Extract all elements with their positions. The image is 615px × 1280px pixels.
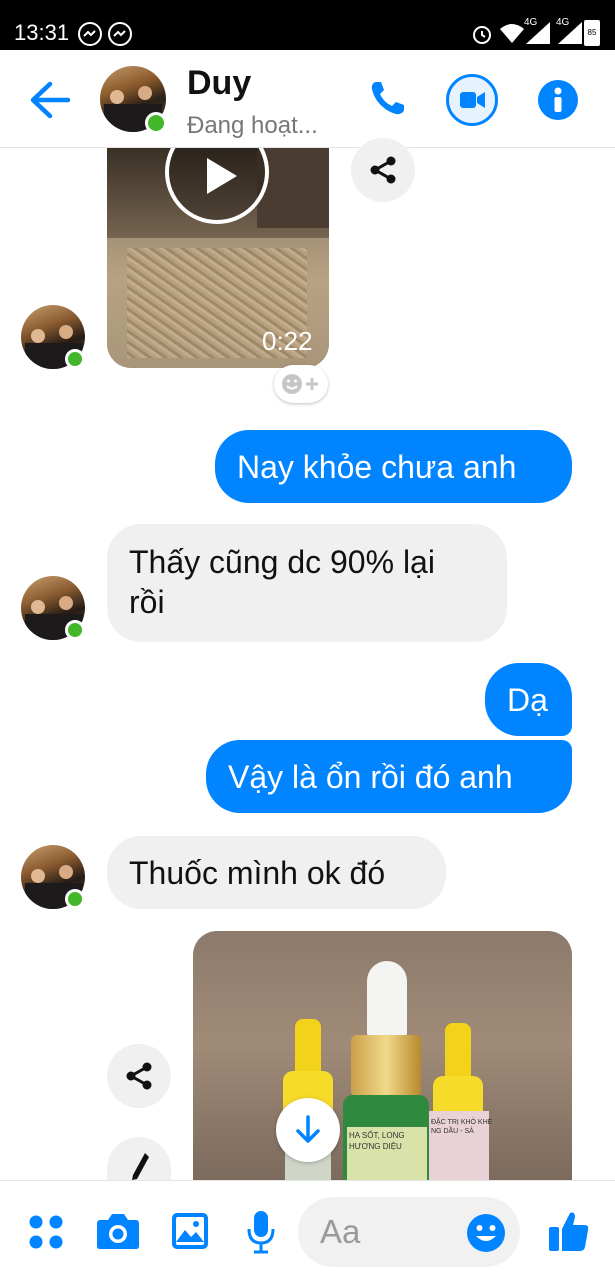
download-button[interactable] (276, 1098, 340, 1162)
message-line: Thấy cũng dc 90% lại (129, 544, 435, 580)
battery-level: 85 (587, 28, 597, 37)
status-bar: 13:31 4G 4G 85 (0, 0, 615, 50)
microphone-icon[interactable] (246, 1210, 276, 1254)
bottle-label-right: ĐẶC TRỊ KHÒ KHÈ NG DẦU - SẢ (429, 1111, 493, 1180)
emoji-icon[interactable] (466, 1213, 506, 1253)
status-time: 13:31 (14, 20, 70, 45)
online-indicator (145, 112, 167, 134)
messenger-notification-icon (108, 22, 132, 46)
outgoing-message[interactable]: Nay khỏe chưa anh (215, 430, 572, 503)
incoming-message[interactable]: Thấy cũng dc 90% lại rồi (107, 524, 507, 642)
info-icon (554, 87, 562, 112)
video-call-button[interactable] (446, 74, 498, 126)
message-text: Dạ (507, 681, 548, 718)
share-icon (126, 1062, 152, 1090)
label-text: HƯƠNG DIỆU (349, 1142, 402, 1151)
online-indicator (65, 349, 85, 369)
edit-icon (132, 1153, 149, 1180)
contact-name[interactable]: Duy (187, 64, 251, 103)
composer-bar: Aa (0, 1180, 615, 1280)
label-text: HA SỐT, LONG (349, 1131, 405, 1140)
share-button[interactable] (107, 1044, 171, 1108)
video-duration: 0:22 (262, 326, 313, 356)
add-reaction-button[interactable] (274, 365, 328, 403)
play-icon (207, 158, 237, 194)
share-icon (370, 156, 396, 184)
bottle-label-left: HA SỐT, LONG HƯƠNG DIỆU (347, 1127, 427, 1180)
video-attachment[interactable]: 0:22 (107, 148, 329, 368)
signal-icon (558, 22, 582, 44)
download-icon (296, 1115, 320, 1143)
label-text: ĐẶC TRỊ KHÒ KHÈ (431, 1119, 493, 1126)
alarm-icon (473, 26, 491, 44)
contact-status: Đang hoạt... (187, 112, 318, 139)
back-arrow-icon[interactable] (28, 80, 72, 120)
message-line: rồi (129, 584, 165, 620)
messenger-notification-icon (78, 22, 102, 46)
message-text: Thuốc mình ok đó (129, 854, 386, 891)
message-text: Thấy cũng dc 90% lại rồi (129, 542, 435, 622)
wifi-icon (500, 24, 524, 43)
online-indicator (65, 889, 85, 909)
camera-icon[interactable] (96, 1212, 140, 1250)
add-reaction-icon (282, 374, 318, 394)
label-text: NG DẦU - SẢ (431, 1128, 474, 1135)
apps-icon[interactable] (28, 1214, 64, 1250)
signal-icon (526, 22, 550, 44)
gallery-icon[interactable] (171, 1212, 209, 1250)
photo-attachment[interactable]: HA SỐT, LONG HƯƠNG DIỆU ĐẶC TRỊ KHÒ KHÈ … (193, 931, 572, 1180)
share-button[interactable] (351, 138, 415, 202)
message-text: Nay khỏe chưa anh (237, 448, 517, 485)
incoming-message[interactable]: Thuốc mình ok đó (107, 836, 446, 909)
message-text: Vậy là ổn rồi đó anh (228, 758, 513, 795)
phone-icon[interactable] (368, 78, 408, 118)
thumbs-up-icon[interactable] (548, 1209, 590, 1253)
edit-button[interactable] (107, 1137, 171, 1180)
conversation-header: Duy Đang hoạt... (0, 50, 615, 148)
outgoing-message[interactable]: Vậy là ổn rồi đó anh (206, 740, 572, 813)
info-button[interactable] (538, 80, 578, 120)
message-input[interactable]: Aa (298, 1197, 520, 1267)
outgoing-message[interactable]: Dạ (485, 663, 572, 736)
video-call-icon (460, 92, 485, 108)
battery-icon: 85 (584, 20, 600, 46)
online-indicator (65, 620, 85, 640)
message-input-placeholder: Aa (320, 1213, 361, 1250)
